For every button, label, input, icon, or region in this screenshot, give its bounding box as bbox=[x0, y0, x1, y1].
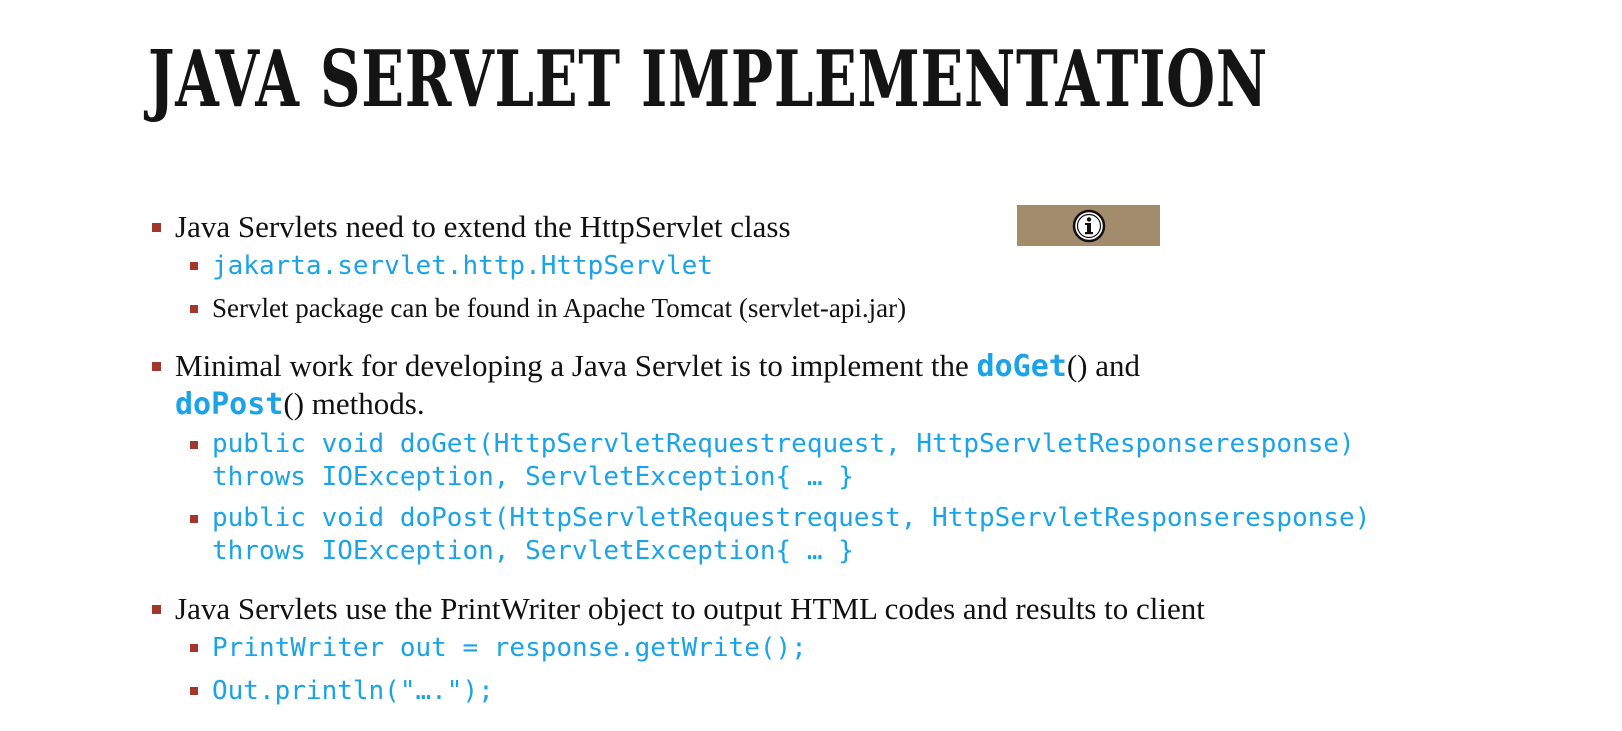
bullet-marker bbox=[152, 362, 161, 371]
bullet-item: Java Servlets use the PrintWriter object… bbox=[148, 590, 1588, 627]
bullet-text: Minimal work for developing a Java Servl… bbox=[175, 348, 977, 383]
bullet-item: Minimal work for developing a Java Servl… bbox=[148, 347, 1588, 385]
code-text: PrintWriter out = response.getWrite(); bbox=[212, 633, 807, 663]
bullet-text: Java Servlets use the PrintWriter object… bbox=[175, 591, 1205, 626]
code-line: throws IOException, ServletException{ … … bbox=[212, 462, 854, 492]
sub-bullet-item: jakarta.servlet.http.HttpServlet bbox=[148, 249, 1588, 283]
code-line: public void doPost(HttpServletRequestreq… bbox=[212, 503, 1371, 533]
code-keyword: doGet bbox=[976, 349, 1067, 384]
code-line: throws IOException, ServletException{ … … bbox=[212, 536, 854, 566]
code-text: Out.println("…."); bbox=[212, 676, 494, 706]
slide: Java Servlet Implementation Java Servlet… bbox=[0, 0, 1622, 731]
bullet-text: () methods. bbox=[283, 386, 425, 421]
bullet-list: Java Servlets need to extend the HttpSer… bbox=[148, 208, 1588, 708]
sub-bullet-item: Servlet package can be found in Apache T… bbox=[148, 292, 1588, 325]
code-keyword: doPost bbox=[175, 387, 284, 422]
sub-bullet-item: public void doGet(HttpServletRequestrequ… bbox=[148, 428, 1588, 494]
sub-bullet-marker bbox=[190, 687, 198, 695]
bullet-item: Java Servlets need to extend the HttpSer… bbox=[148, 208, 1588, 245]
slide-title: Java Servlet Implementation bbox=[148, 34, 1268, 125]
sub-bullet-marker bbox=[190, 305, 198, 313]
bullet-marker bbox=[152, 223, 161, 232]
sub-bullet-marker bbox=[190, 262, 198, 270]
code-text: jakarta.servlet.http.HttpServlet bbox=[212, 251, 713, 281]
sub-bullet-marker bbox=[190, 441, 198, 449]
bullet-text: () and bbox=[1066, 348, 1140, 383]
sub-bullet-marker bbox=[190, 644, 198, 652]
bullet-text: Java Servlets need to extend the HttpSer… bbox=[175, 209, 791, 244]
code-line: public void doGet(HttpServletRequestrequ… bbox=[212, 429, 1355, 459]
sub-bullet-item: public void doPost(HttpServletRequestreq… bbox=[148, 502, 1588, 568]
sub-bullet-item: Out.println("…."); bbox=[148, 674, 1588, 708]
sub-bullet-text: Servlet package can be found in Apache T… bbox=[212, 293, 907, 323]
sub-bullet-marker bbox=[190, 515, 198, 523]
bullet-marker bbox=[152, 605, 161, 614]
bullet-item-continuation: doPost() methods. bbox=[148, 385, 1588, 423]
sub-bullet-item: PrintWriter out = response.getWrite(); bbox=[148, 631, 1588, 665]
